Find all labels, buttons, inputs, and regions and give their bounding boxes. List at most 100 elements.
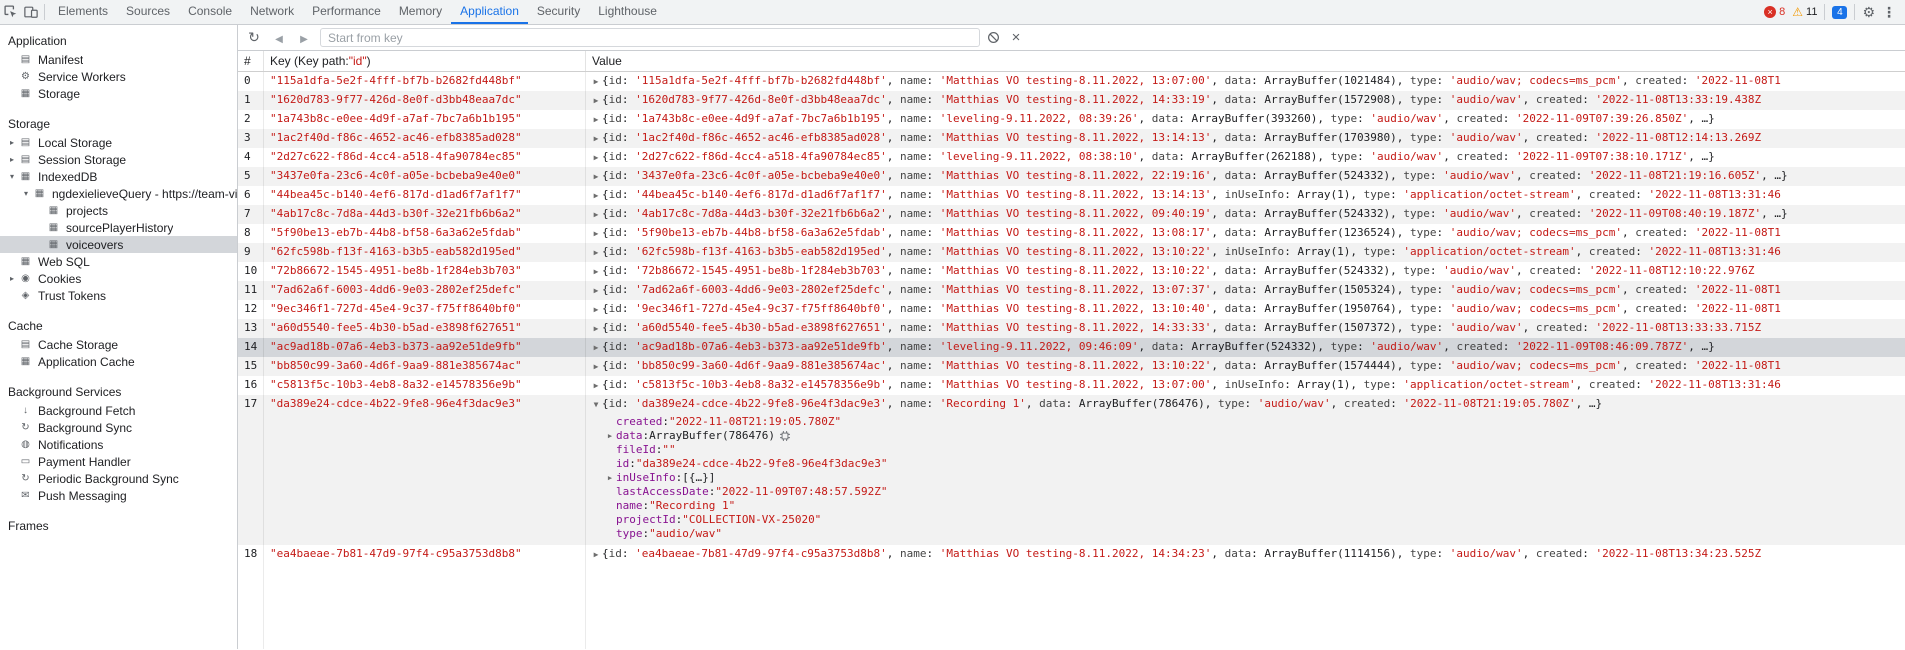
previous-page-button[interactable] bbox=[270, 30, 288, 45]
table-row[interactable]: 7"4ab17c8c-7d8a-44d3-b30f-32e21fb6b6a2"▶… bbox=[238, 205, 1905, 224]
issues-badge[interactable]: 4 bbox=[1832, 6, 1847, 19]
table-row[interactable]: 8"5f90be13-eb7b-44b8-bf58-6a3a62e5fdab"▶… bbox=[238, 224, 1905, 243]
table-row[interactable]: 11"7ad62a6f-6003-4dd6-9e03-2802ef25defc"… bbox=[238, 281, 1905, 300]
chevron-collapsed-icon[interactable]: ▸ bbox=[6, 155, 18, 164]
expand-icon[interactable]: ▶ bbox=[590, 225, 602, 243]
chevron-expanded-icon[interactable]: ▾ bbox=[20, 189, 32, 198]
chevron-collapsed-icon[interactable]: ▸ bbox=[6, 138, 18, 147]
table-row[interactable]: 14"ac9ad18b-07a6-4eb3-b373-aa92e51de9fb"… bbox=[238, 338, 1905, 357]
sidebar-item-storage[interactable]: ▦Storage bbox=[0, 85, 237, 102]
tab-memory[interactable]: Memory bbox=[390, 0, 451, 24]
row-value: ▶{id: 'bb850c99-3a60-4d6f-9aa9-881e38567… bbox=[586, 357, 1905, 376]
table-row[interactable]: 15"bb850c99-3a60-4d6f-9aa9-881e385674ac"… bbox=[238, 357, 1905, 376]
table-row[interactable]: 6"44bea45c-b140-4ef6-817d-d1ad6f7af1f7"▶… bbox=[238, 186, 1905, 205]
sidebar-item-ngdexielievequery-https-team-vidieditor-vi[interactable]: ▾▦ngdexielieveQuery - https://team-vidie… bbox=[0, 185, 237, 202]
table-row[interactable]: 12"9ec346f1-727d-45e4-9c37-f75ff8640bf0"… bbox=[238, 300, 1905, 319]
sidebar-item-cookies[interactable]: ▸◉Cookies bbox=[0, 270, 237, 287]
sidebar-item-periodic-background-sync[interactable]: ↻Periodic Background Sync bbox=[0, 470, 237, 487]
column-header-index[interactable]: # bbox=[238, 51, 264, 71]
settings-gear-icon[interactable] bbox=[1862, 5, 1875, 19]
tab-sources[interactable]: Sources bbox=[117, 0, 179, 24]
console-errors-badge[interactable]: 8 bbox=[1764, 6, 1785, 18]
sidebar-item-push-messaging[interactable]: ✉Push Messaging bbox=[0, 487, 237, 504]
expand-icon[interactable]: ▶ bbox=[590, 320, 602, 338]
table-row[interactable]: 3"1ac2f40d-f86c-4652-ac46-efb8385ad028"▶… bbox=[238, 129, 1905, 148]
table-row[interactable]: 16"c5813f5c-10b3-4eb8-8a32-e14578356e9b"… bbox=[238, 376, 1905, 395]
sidebar-item-local-storage[interactable]: ▸▤Local Storage bbox=[0, 134, 237, 151]
device-toolbar-icon[interactable] bbox=[24, 5, 38, 19]
collapse-icon[interactable]: ▼ bbox=[590, 396, 602, 414]
string-value: 'leveling-9.11.2022, 08:39:26' bbox=[940, 112, 1139, 125]
expand-icon[interactable]: ▶ bbox=[590, 339, 602, 357]
row-key: "ea4baeae-7b81-47d9-97f4-c95a3753d8b8" bbox=[264, 545, 586, 564]
column-header-value[interactable]: Value bbox=[586, 51, 1905, 71]
expand-icon[interactable]: ▶ bbox=[590, 546, 602, 564]
sidebar-item-indexeddb[interactable]: ▾▦IndexedDB bbox=[0, 168, 237, 185]
table-row[interactable]: 4"2d27c622-f86d-4cc4-a518-4fa90784ec85"▶… bbox=[238, 148, 1905, 167]
table-row[interactable]: 10"72b86672-1545-4951-be8b-1f284eb3b703"… bbox=[238, 262, 1905, 281]
sidebar-item-notifications[interactable]: ◍Notifications bbox=[0, 436, 237, 453]
sidebar-item-service-workers[interactable]: ⚙Service Workers bbox=[0, 68, 237, 85]
table-row[interactable]: 13"a60d5540-fee5-4b30-b5ad-e3898f627651"… bbox=[238, 319, 1905, 338]
expand-icon[interactable]: ▶ bbox=[590, 263, 602, 281]
expand-icon[interactable]: ▶ bbox=[590, 149, 602, 167]
expand-icon[interactable]: ▶ bbox=[590, 130, 602, 148]
sidebar-item-cache-storage[interactable]: ▤Cache Storage bbox=[0, 336, 237, 353]
row-key: "7ad62a6f-6003-4dd6-9e03-2802ef25defc" bbox=[264, 281, 586, 300]
expand-icon[interactable]: ▶ bbox=[604, 429, 616, 443]
expand-icon[interactable]: ▶ bbox=[590, 92, 602, 110]
tab-performance[interactable]: Performance bbox=[303, 0, 390, 24]
clear-object-store-icon[interactable] bbox=[987, 31, 1000, 44]
sidebar-item-trust-tokens[interactable]: ◈Trust Tokens bbox=[0, 287, 237, 304]
expand-icon[interactable]: ▶ bbox=[590, 377, 602, 395]
tab-security[interactable]: Security bbox=[528, 0, 589, 24]
sidebar-item-voiceovers[interactable]: ▦voiceovers bbox=[0, 236, 237, 253]
sidebar-item-background-fetch[interactable]: ↓Background Fetch bbox=[0, 402, 237, 419]
expand-icon[interactable]: ▶ bbox=[590, 168, 602, 186]
sidebar-item-application-cache[interactable]: ▦Application Cache bbox=[0, 353, 237, 370]
table-row[interactable]: 18"ea4baeae-7b81-47d9-97f4-c95a3753d8b8"… bbox=[238, 545, 1905, 564]
property-line: created: "2022-11-08T21:19:05.780Z" bbox=[590, 415, 1905, 429]
tab-console[interactable]: Console bbox=[179, 0, 241, 24]
refresh-button[interactable] bbox=[245, 29, 263, 46]
sidebar-item-projects[interactable]: ▦projects bbox=[0, 202, 237, 219]
sidebar-item-web-sql[interactable]: ▦Web SQL bbox=[0, 253, 237, 270]
column-header-key[interactable]: Key (Key path: "id") bbox=[264, 51, 586, 71]
start-from-key-input[interactable] bbox=[320, 28, 980, 47]
tab-application[interactable]: Application bbox=[451, 0, 528, 24]
table-row[interactable]: 17"da389e24-cdce-4b22-9fe8-96e4f3dac9e3"… bbox=[238, 395, 1905, 545]
inspect-element-icon[interactable] bbox=[4, 5, 18, 19]
table-row[interactable]: 0"115a1dfa-5e2f-4fff-bf7b-b2682fd448bf"▶… bbox=[238, 72, 1905, 91]
tab-lighthouse[interactable]: Lighthouse bbox=[589, 0, 666, 24]
expand-icon[interactable]: ▶ bbox=[590, 206, 602, 224]
sidebar-item-background-sync[interactable]: ↻Background Sync bbox=[0, 419, 237, 436]
expand-icon[interactable]: ▶ bbox=[590, 282, 602, 300]
sidebar-item-session-storage[interactable]: ▸▤Session Storage bbox=[0, 151, 237, 168]
chevron-expanded-icon[interactable]: ▾ bbox=[6, 172, 18, 181]
expand-icon[interactable]: ▶ bbox=[590, 73, 602, 91]
expand-icon[interactable]: ▶ bbox=[590, 187, 602, 205]
tab-network[interactable]: Network bbox=[241, 0, 303, 24]
tab-elements[interactable]: Elements bbox=[49, 0, 117, 24]
string-value: '4ab17c8c-7d8a-44d3-b30f-32e21fb6b6a2' bbox=[635, 207, 887, 220]
sidebar-item-manifest[interactable]: ▤Manifest bbox=[0, 51, 237, 68]
expand-icon[interactable]: ▶ bbox=[590, 301, 602, 319]
sidebar-item-sourceplayerhistory[interactable]: ▦sourcePlayerHistory bbox=[0, 219, 237, 236]
chevron-collapsed-icon[interactable]: ▸ bbox=[6, 274, 18, 283]
expand-icon[interactable]: ▶ bbox=[590, 111, 602, 129]
sidebar-item-payment-handler[interactable]: ▭Payment Handler bbox=[0, 453, 237, 470]
next-page-button[interactable] bbox=[295, 30, 313, 45]
expand-icon[interactable]: ▶ bbox=[604, 471, 616, 485]
table-row[interactable]: 2"1a743b8c-e0ee-4d9f-a7af-7bc7a6b1b195"▶… bbox=[238, 110, 1905, 129]
memory-inspector-icon[interactable] bbox=[780, 431, 790, 441]
table-row[interactable]: 1"1620d783-9f77-426d-8e0f-d3bb48eaa7dc"▶… bbox=[238, 91, 1905, 110]
expand-icon[interactable]: ▶ bbox=[590, 244, 602, 262]
table-row[interactable]: 5"3437e0fa-23c6-4c0f-a05e-bcbeba9e40e0"▶… bbox=[238, 167, 1905, 186]
more-options-icon[interactable] bbox=[1882, 5, 1896, 19]
table-row[interactable]: 9"62fc598b-f13f-4163-b3b5-eab582d195ed"▶… bbox=[238, 243, 1905, 262]
string-value: 'Matthias VO testing-8.11.2022, 13:10:22… bbox=[940, 245, 1212, 258]
key-path: "id" bbox=[349, 54, 367, 68]
expand-icon[interactable]: ▶ bbox=[590, 358, 602, 376]
close-icon[interactable] bbox=[1007, 29, 1025, 46]
console-warnings-badge[interactable]: 11 bbox=[1792, 6, 1817, 18]
